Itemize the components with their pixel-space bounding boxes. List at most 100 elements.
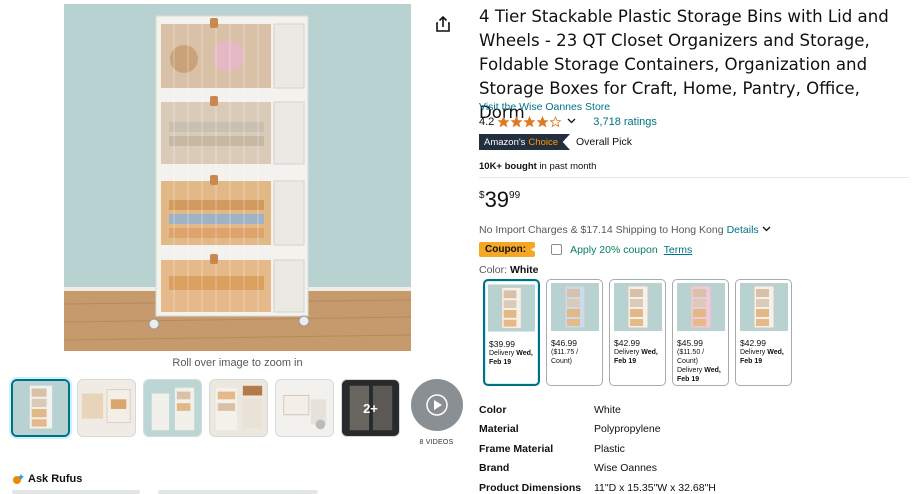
bought-in-past-month: 10K+ bought in past month bbox=[479, 161, 596, 172]
swatch-delivery: Delivery Wed, Feb 19 bbox=[614, 348, 665, 366]
spec-key: Brand bbox=[479, 462, 510, 475]
coupon-badge: Coupon: bbox=[479, 242, 536, 257]
color-label: Color: White bbox=[479, 264, 539, 276]
swatch-line-bold: Wed, bbox=[516, 350, 533, 357]
swatch-image bbox=[550, 283, 599, 333]
swatch-line-bold: Wed, bbox=[641, 349, 658, 356]
swatch-price: $39.99 bbox=[489, 339, 515, 349]
color-label-value: White bbox=[509, 264, 539, 276]
swatch-delivery: Delivery Wed, Feb 19 bbox=[740, 348, 791, 366]
swatch-image bbox=[488, 284, 535, 334]
swatch-price: $42.99 bbox=[614, 338, 640, 348]
product-specs: Color White Material Polypropylene Frame Mat… bbox=[479, 400, 909, 494]
thumbnail-4[interactable] bbox=[209, 379, 268, 437]
videos-thumbnail[interactable]: 8 VIDEOS bbox=[407, 379, 466, 446]
star-icon bbox=[510, 116, 523, 128]
overall-pick-label: Overall Pick bbox=[576, 136, 633, 148]
rufus-suggestion-bar bbox=[158, 490, 318, 494]
color-swatch[interactable]: $46.99 ($11.75 / Count) bbox=[546, 279, 603, 386]
ask-rufus-label: Ask Rufus bbox=[28, 473, 83, 485]
spec-value: 11"D x 15.35"W x 32.68"H bbox=[594, 481, 716, 494]
thumbnail-1[interactable] bbox=[11, 379, 70, 437]
thumbnail-6[interactable]: 2+ bbox=[341, 379, 400, 437]
amazons-choice-badge[interactable]: Amazon's Choice bbox=[479, 134, 570, 150]
chevron-down-icon[interactable] bbox=[567, 116, 576, 128]
shipping-text: No Import Charges & $17.14 Shipping to H… bbox=[479, 224, 724, 236]
bought-count: 10K+ bought bbox=[479, 161, 537, 172]
rufus-icon bbox=[13, 474, 24, 484]
star-icon bbox=[549, 116, 562, 128]
swatch-line: Delivery bbox=[740, 349, 766, 356]
coupon-checkbox[interactable] bbox=[551, 244, 563, 255]
zoom-hint: Roll over image to zoom in bbox=[172, 357, 303, 369]
main-product-image[interactable] bbox=[64, 4, 411, 351]
amazon-choice-row: Amazon's Choice Overall Pick bbox=[479, 134, 632, 150]
spec-value: White bbox=[594, 403, 621, 416]
swatch-line: Count) bbox=[677, 358, 699, 365]
play-icon bbox=[410, 379, 463, 431]
color-swatches: $39.99 Delivery Wed, Feb 19 $46.99 ($11.75 /… bbox=[483, 279, 792, 386]
spec-key: Material bbox=[479, 423, 519, 436]
swatch-line-bold: Wed, bbox=[767, 349, 784, 356]
swatch-line: ($11.50 / bbox=[677, 349, 705, 356]
chevron-down-icon[interactable] bbox=[762, 224, 771, 236]
coupon-text[interactable]: Apply 20% coupon bbox=[570, 244, 658, 256]
swatch-line: ($11.75 / bbox=[551, 349, 579, 356]
spec-row: Frame Material Plastic bbox=[479, 439, 909, 459]
spec-row: Brand Wise Oannes bbox=[479, 459, 909, 479]
videos-label: 8 VIDEOS bbox=[419, 439, 454, 446]
coupon-terms-link[interactable]: Terms bbox=[664, 244, 693, 256]
thumbnail-2[interactable] bbox=[77, 379, 136, 437]
star-icon bbox=[523, 116, 536, 128]
more-images-overlay[interactable]: 2+ bbox=[342, 380, 399, 436]
swatch-line-bold: Feb 19 bbox=[740, 358, 763, 365]
bought-period: in past month bbox=[539, 161, 597, 172]
spec-value: Wise Oannes bbox=[594, 462, 658, 475]
spec-row: Color White bbox=[479, 400, 909, 420]
badge-choice: Choice bbox=[528, 136, 558, 148]
thumbnail-strip: 2+ 8 VIDEOS bbox=[11, 379, 466, 446]
swatch-image bbox=[739, 283, 788, 333]
price-fraction: 99 bbox=[509, 190, 521, 201]
swatch-line-bold: Wed, bbox=[704, 367, 721, 374]
star-icon bbox=[536, 116, 549, 128]
swatch-image bbox=[676, 283, 725, 333]
ask-rufus-button[interactable]: Ask Rufus bbox=[12, 473, 82, 485]
rating-row: 4.2 3,718 ratings bbox=[479, 116, 657, 128]
spec-row: Product Dimensions 11"D x 15.35"W x 32.68… bbox=[479, 478, 909, 494]
swatch-delivery: ($11.75 / Count) bbox=[551, 348, 602, 366]
color-swatch[interactable]: $42.99 Delivery Wed, Feb 19 bbox=[735, 279, 792, 386]
ratings-count-link[interactable]: 3,718 ratings bbox=[593, 116, 657, 128]
divider bbox=[479, 177, 909, 178]
shipping-info: No Import Charges & $17.14 Shipping to H… bbox=[479, 224, 771, 236]
thumbnail-5[interactable] bbox=[275, 379, 334, 437]
swatch-price: $46.99 bbox=[551, 338, 577, 348]
rating-value: 4.2 bbox=[479, 116, 495, 128]
spec-key: Frame Material bbox=[479, 442, 554, 455]
swatch-line: Delivery bbox=[677, 367, 703, 374]
swatch-price: $42.99 bbox=[740, 338, 766, 348]
coupon-row: Coupon: Apply 20% coupon Terms bbox=[479, 242, 692, 257]
swatch-line-bold: Feb 19 bbox=[489, 359, 512, 366]
badge-prefix: Amazon's bbox=[484, 136, 526, 148]
swatch-delivery: ($11.50 / Count) Delivery Wed, Feb 19 bbox=[677, 348, 728, 384]
swatch-price: $45.99 bbox=[677, 338, 703, 348]
color-swatch[interactable]: $39.99 Delivery Wed, Feb 19 bbox=[483, 279, 540, 386]
spec-key: Color bbox=[479, 403, 507, 416]
share-icon[interactable] bbox=[433, 14, 453, 34]
swatch-image bbox=[613, 283, 662, 333]
swatch-line: Count) bbox=[551, 358, 573, 365]
swatch-line: Delivery bbox=[489, 350, 515, 357]
price: $ 39 99 bbox=[479, 187, 520, 213]
star-rating[interactable] bbox=[497, 116, 562, 128]
spec-row: Material Polypropylene bbox=[479, 420, 909, 440]
star-icon bbox=[497, 116, 510, 128]
color-swatch[interactable]: $45.99 ($11.50 / Count) Delivery Wed, Feb 1… bbox=[672, 279, 729, 386]
price-whole: 39 bbox=[484, 187, 510, 212]
color-swatch[interactable]: $42.99 Delivery Wed, Feb 19 bbox=[609, 279, 666, 386]
store-link[interactable]: Visit the Wise Oannes Store bbox=[479, 101, 610, 113]
thumbnail-3[interactable] bbox=[143, 379, 202, 437]
swatch-line-bold: Feb 19 bbox=[677, 376, 700, 383]
shipping-details-link[interactable]: Details bbox=[727, 224, 759, 236]
rufus-suggestion-bar bbox=[12, 490, 140, 494]
